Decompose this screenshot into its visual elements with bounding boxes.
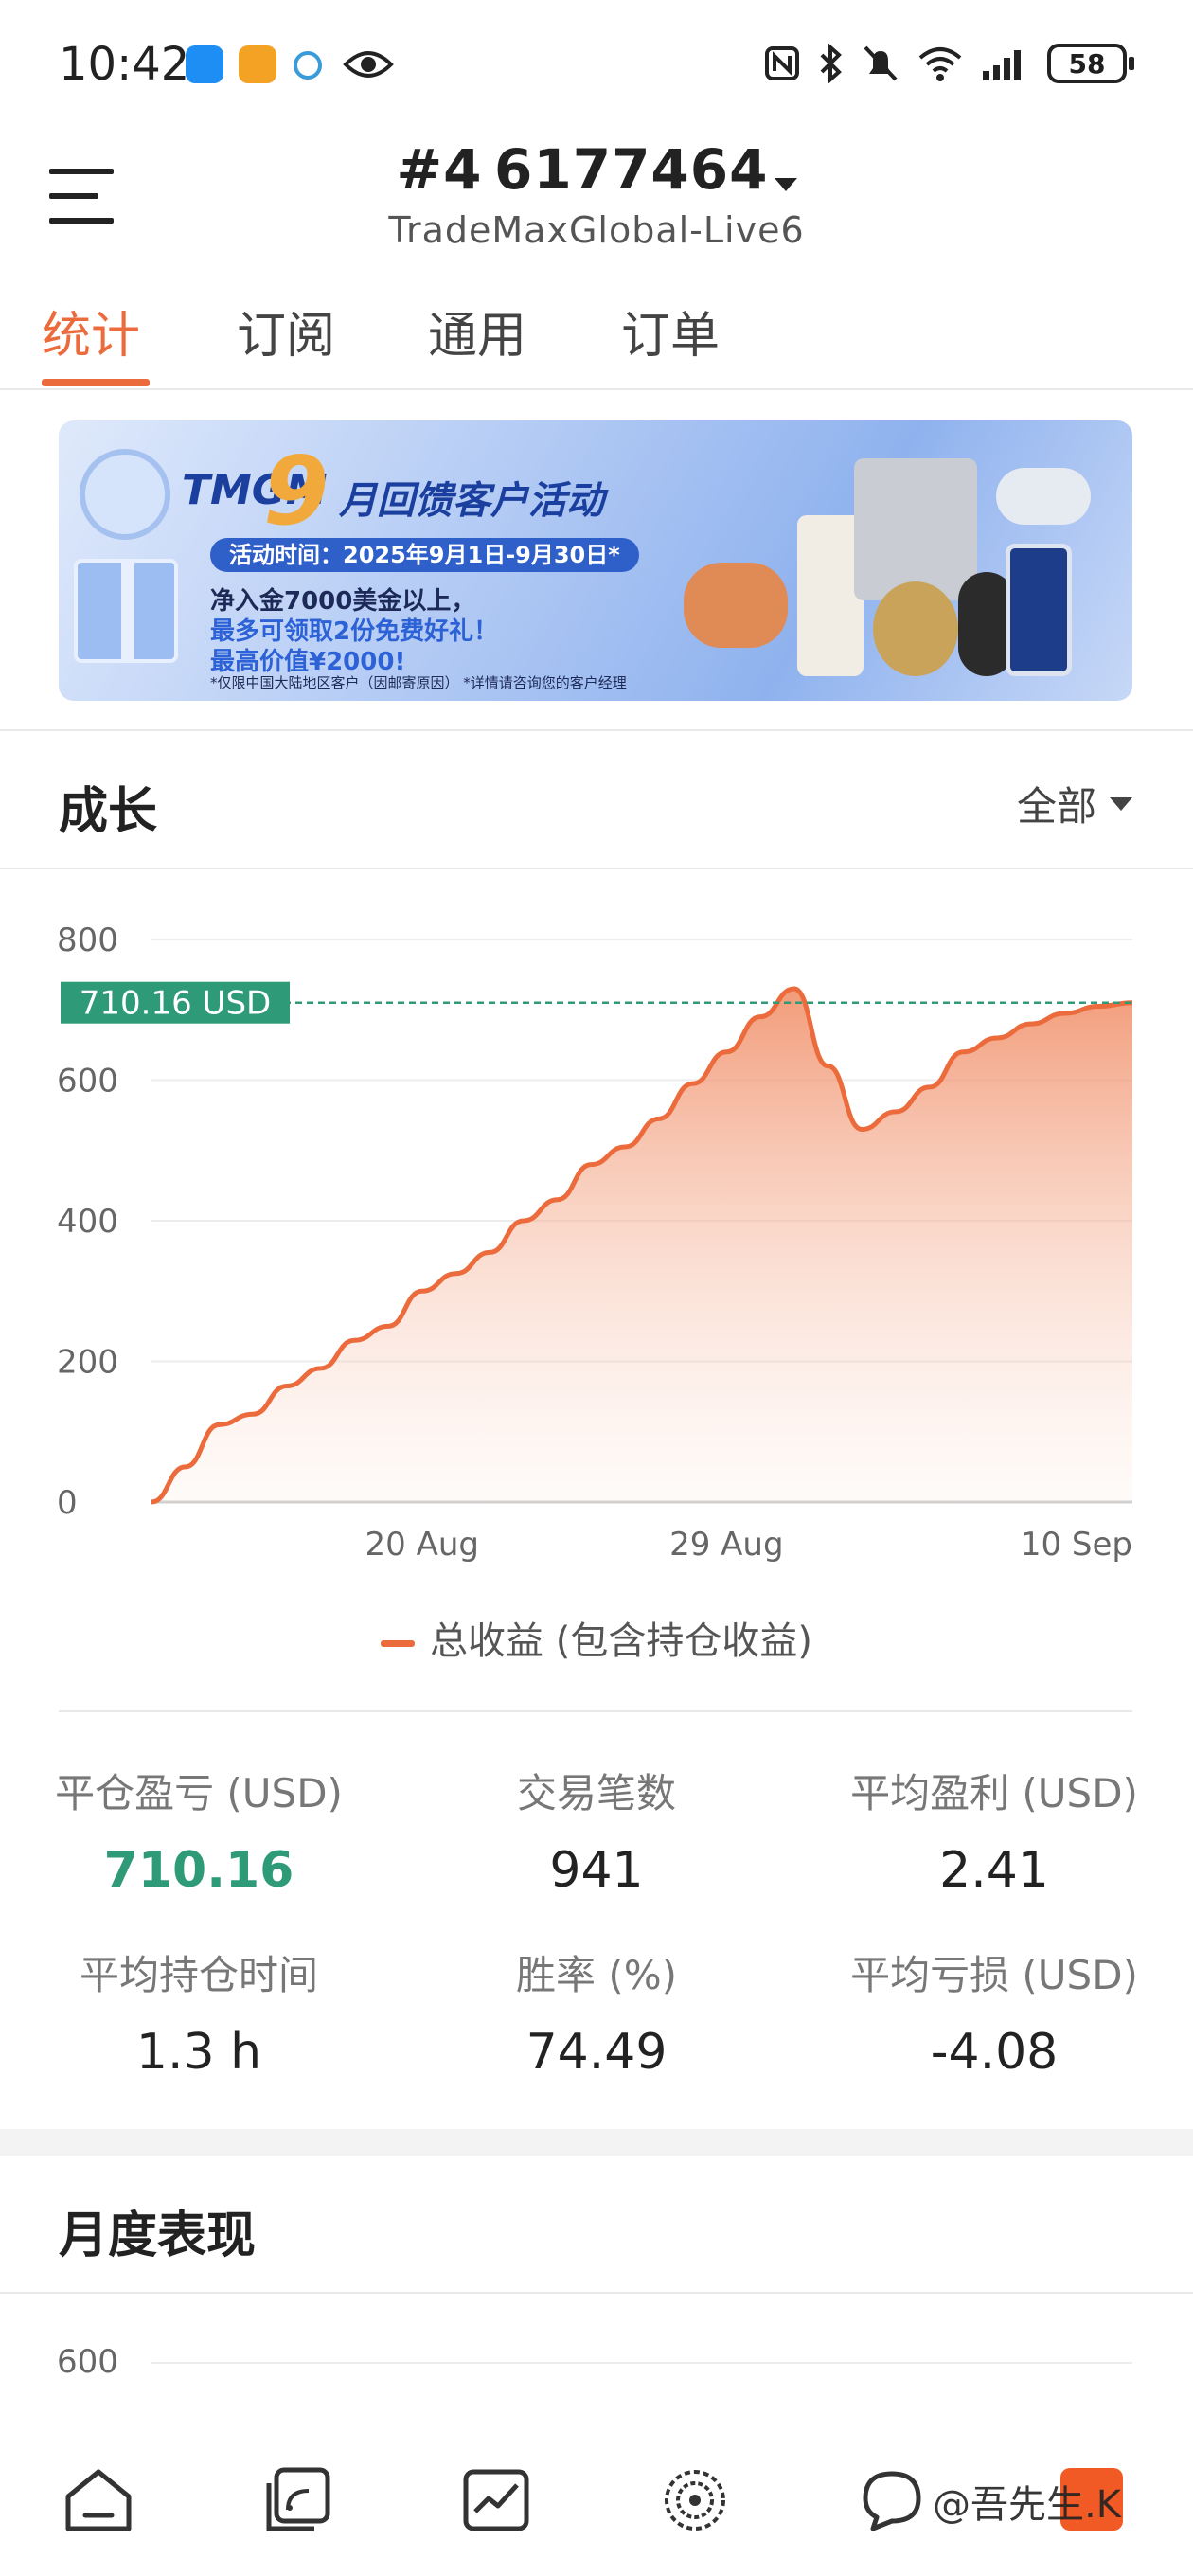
message-app-icon <box>186 45 223 83</box>
growth-title: 成长 <box>59 783 158 840</box>
period-filter[interactable]: 全部 <box>1017 775 1132 832</box>
y-tick-label: 800 <box>57 921 118 959</box>
status-bar: 10:42 58 <box>0 0 1193 133</box>
status-time: 10:42 <box>59 38 190 91</box>
banner-date: 活动时间：2025年9月1日-9月30日* <box>210 538 639 572</box>
stat-value: 941 <box>549 1842 644 1899</box>
y-tick-label: 200 <box>57 1344 118 1382</box>
tab-bar: 统计 订阅 通用 订单 <box>0 284 1193 390</box>
banner-big-number: 9 <box>263 436 329 546</box>
bluetooth-icon <box>820 44 842 83</box>
divider <box>0 2292 1193 2294</box>
chat-icon[interactable] <box>856 2462 932 2538</box>
divider <box>59 1710 1132 1712</box>
stat-avg-hold-time: 平均持仓时间 1.3 h <box>0 1943 398 2081</box>
stat-label: 胜率 (%) <box>515 1952 678 1998</box>
stat-closed-pl: 平仓盈亏 (USD) 710.16 <box>0 1762 398 1899</box>
y-tick-label: 600 <box>57 1063 118 1100</box>
x-tick-label: 20 Aug <box>365 1526 479 1564</box>
eye-icon <box>343 51 394 78</box>
divider <box>0 729 1193 731</box>
period-filter-label: 全部 <box>1016 783 1096 830</box>
legend-swatch <box>381 1639 416 1647</box>
mute-bell-icon <box>864 45 898 81</box>
banner-note: *仅限中国大陆地区客户（因邮寄原因） *详情请咨询您的客户经理 <box>210 674 627 691</box>
stat-value: 710.16 <box>103 1842 294 1899</box>
chevron-down-icon <box>1110 796 1132 811</box>
monthly-title: 月度表现 <box>59 2208 257 2264</box>
stat-value: 74.49 <box>525 2024 668 2081</box>
signal-icon <box>983 50 1021 80</box>
account-selector[interactable]: #4 6177464 TradeMaxGlobal-Live6 <box>0 137 1193 251</box>
coin-graphic <box>80 449 170 540</box>
nfc-icon <box>765 46 799 80</box>
home-icon[interactable] <box>61 2462 136 2538</box>
stat-label: 平均持仓时间 <box>79 1952 318 1998</box>
chevron-down-icon <box>774 177 797 191</box>
stat-value: -4.08 <box>930 2024 1059 2081</box>
copy-trade-icon[interactable] <box>259 2462 335 2538</box>
area-fill <box>151 988 1132 1502</box>
active-tab-indicator <box>42 379 150 386</box>
prize-products-graphic <box>684 458 1100 686</box>
explore-icon[interactable] <box>657 2462 733 2538</box>
y-tick-label: 400 <box>57 1203 118 1241</box>
chart-icon[interactable] <box>458 2462 534 2538</box>
section-gap <box>0 2129 1193 2156</box>
stat-avg-profit: 平均盈利 (USD) 2.41 <box>795 1762 1193 1899</box>
battery-indicator: 58 <box>1047 44 1134 83</box>
banner-title: 月回馈客户活动 <box>339 479 604 523</box>
notes-app-icon <box>239 45 276 83</box>
legend-label: 总收益 (包含持仓收益) <box>430 1619 812 1663</box>
stat-value: 2.41 <box>939 1842 1049 1899</box>
stat-label: 平仓盈亏 (USD) <box>55 1770 343 1816</box>
stat-label: 平均亏损 (USD) <box>850 1952 1138 1998</box>
promo-banner[interactable]: TMGM 9 月回馈客户活动 活动时间：2025年9月1日-9月30日* 净入金… <box>59 420 1132 701</box>
stat-value: 1.3 h <box>135 2024 262 2081</box>
stat-label: 平均盈利 (USD) <box>850 1770 1138 1816</box>
x-tick-label: 29 Aug <box>669 1526 783 1564</box>
current-value-label: 710.16 USD <box>80 985 271 1023</box>
account-number: #4 6177464 <box>396 137 769 202</box>
chat-app-icon <box>294 51 322 80</box>
x-tick-label: 10 Sep <box>1021 1526 1132 1564</box>
growth-chart[interactable]: 0 200 400 600 800 20 Aug 29 Aug 10 Sep 710.16 U… <box>0 890 1193 1591</box>
tab-subscribe[interactable]: 订阅 <box>237 295 335 367</box>
tab-general[interactable]: 通用 <box>428 295 526 367</box>
tab-orders[interactable]: 订单 <box>621 295 720 367</box>
wifi-icon <box>918 47 962 81</box>
divider <box>0 868 1193 869</box>
stat-win-rate: 胜率 (%) 74.49 <box>398 1943 795 2081</box>
tab-statistics[interactable]: 统计 <box>42 295 140 367</box>
monthly-y-tick: 600 <box>57 2343 118 2381</box>
gift-box-graphic <box>74 559 178 663</box>
y-tick-label: 0 <box>57 1484 78 1522</box>
chart-legend: 总收益 (包含持仓收益) <box>0 1610 1193 1665</box>
monthly-gridline <box>151 2362 1132 2364</box>
server-name: TradeMaxGlobal-Live6 <box>388 209 805 251</box>
watermark: @吾先生.K <box>933 2483 1121 2527</box>
stat-avg-loss: 平均亏损 (USD) -4.08 <box>795 1943 1193 2081</box>
stat-label: 交易笔数 <box>516 1770 676 1816</box>
stat-trade-count: 交易笔数 941 <box>398 1762 795 1899</box>
